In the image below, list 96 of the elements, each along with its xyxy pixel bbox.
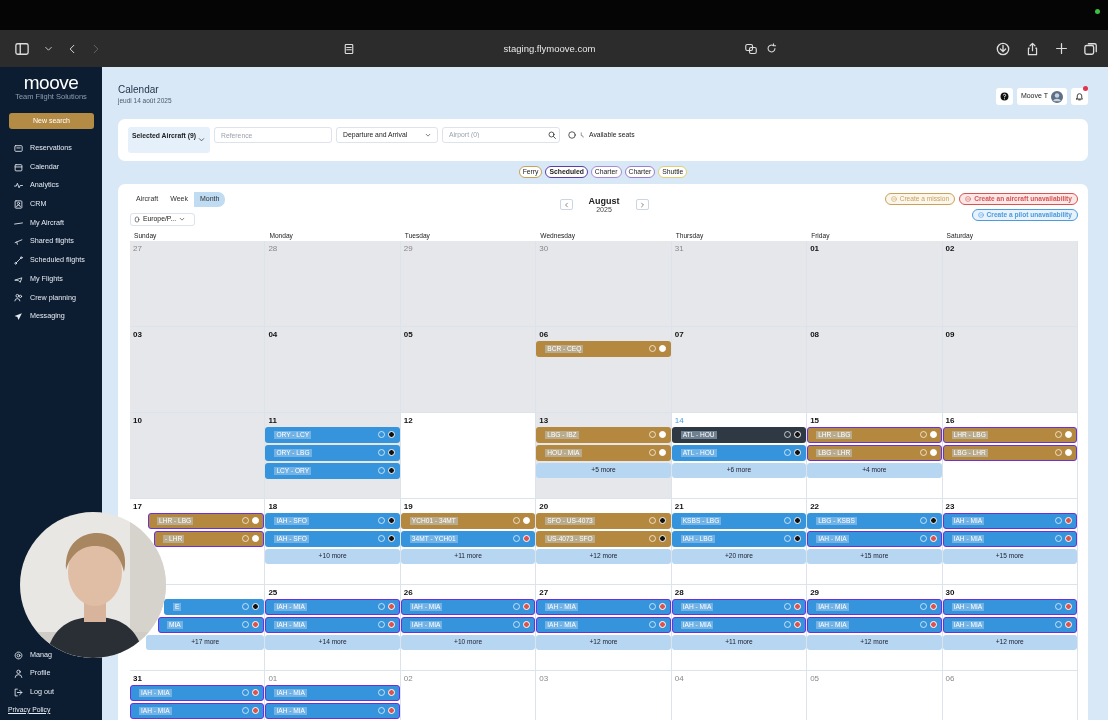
day-number: 27 [132, 243, 142, 254]
day-cell[interactable]: 03 [130, 326, 266, 413]
day-number: 09 [944, 329, 955, 340]
bell-icon [1075, 92, 1084, 101]
logo-text: moove [22, 73, 80, 92]
page-icon[interactable] [343, 42, 355, 55]
help-icon [999, 92, 1009, 101]
day-cell[interactable]: 05 [400, 326, 537, 413]
share-icon[interactable] [1026, 41, 1039, 56]
user-icon [14, 669, 23, 679]
logout-icon [14, 688, 23, 697]
day-number: 30 [538, 243, 549, 254]
help-button[interactable] [995, 88, 1013, 105]
day-number: 28 [267, 243, 278, 254]
people-icon [14, 293, 23, 303]
day-number: 25 [267, 587, 278, 598]
day-cell[interactable]: 10 [130, 412, 266, 499]
day-number: 28 [673, 587, 684, 598]
page-title: Calendar [118, 84, 160, 95]
day-number: 31 [673, 243, 684, 254]
search-icon [548, 131, 556, 139]
download-icon[interactable] [996, 41, 1010, 56]
day-number: 05 [809, 673, 820, 684]
day-number: 17 [132, 501, 142, 512]
day-number: 29 [402, 243, 413, 254]
day-cell[interactable]: 07 [671, 326, 808, 413]
id-card-icon [14, 143, 23, 153]
day-number: 04 [673, 673, 684, 684]
month-name: August [588, 197, 620, 207]
day-number: 16 [944, 415, 955, 426]
reload-icon[interactable] [766, 43, 777, 54]
day-cell[interactable]: 03 [536, 670, 672, 720]
plus-circle-icon [977, 212, 984, 218]
radio-icon[interactable] [568, 131, 576, 139]
url-text[interactable]: staging.flymoove.com [363, 42, 736, 55]
day-number: 19 [402, 501, 413, 512]
chevron-left-icon [563, 201, 569, 208]
calendar-icon [14, 162, 23, 172]
sidebar-icon[interactable] [14, 41, 30, 56]
day-cell[interactable]: 04 [265, 326, 401, 413]
chevron-down-icon [197, 136, 205, 143]
tabs-icon[interactable] [1084, 41, 1098, 56]
day-number: 15 [809, 415, 820, 426]
day-number: 26 [402, 587, 413, 598]
day-number: 05 [402, 329, 413, 340]
day-number: 29 [809, 587, 820, 598]
chevron-right-icon [639, 201, 645, 208]
day-cell[interactable]: 02 [942, 240, 1078, 327]
day-number: 20 [538, 501, 549, 512]
day-number: 07 [673, 329, 684, 340]
day-number: 01 [267, 673, 278, 684]
send-icon [14, 312, 23, 322]
day-number: 10 [132, 415, 142, 426]
day-number: 22 [809, 501, 820, 512]
plus-circle-icon [965, 196, 972, 203]
day-number: 18 [267, 501, 278, 512]
day-number: 31 [132, 673, 142, 684]
day-cell[interactable]: 12 [400, 412, 537, 499]
chevron-down-icon[interactable] [44, 44, 53, 53]
avatar-icon [1051, 90, 1063, 103]
day-number: 04 [267, 329, 278, 340]
globe-icon [134, 215, 140, 223]
day-cell[interactable]: 01 [807, 240, 943, 327]
day-number: 02 [944, 243, 955, 254]
day-number: 12 [402, 415, 413, 426]
day-number: 08 [809, 329, 820, 340]
day-number: 03 [538, 673, 549, 684]
day-number: 06 [944, 673, 955, 684]
notification-button[interactable] [1071, 88, 1088, 105]
plus-icon[interactable] [1055, 42, 1068, 55]
chevron-down-icon [179, 216, 186, 223]
day-number: 11 [267, 415, 277, 426]
notification-dot [1083, 86, 1088, 91]
day-number: 06 [538, 329, 549, 340]
day-number: 23 [944, 501, 955, 512]
route-icon [14, 255, 23, 265]
plus-circle-icon [890, 196, 897, 203]
chevron-down-icon [425, 132, 431, 138]
day-number: 01 [809, 243, 820, 254]
contact-icon [14, 199, 23, 209]
day-number: 30 [944, 587, 955, 598]
day-number: 02 [402, 673, 413, 684]
day-number: 27 [538, 587, 549, 598]
translate-icon[interactable] [744, 42, 758, 55]
pulse-icon [14, 181, 23, 191]
day-cell[interactable]: 09 [942, 326, 1078, 413]
settings-icon [14, 650, 23, 660]
day-number: 14 [673, 415, 684, 426]
camera-indicator-dot [1095, 9, 1100, 14]
day-cell[interactable]: 06 [942, 670, 1078, 720]
day-cell[interactable]: 08 [807, 326, 943, 413]
day-number: 21 [673, 501, 684, 512]
day-number: 13 [538, 415, 549, 426]
day-cell[interactable]: 05 [807, 670, 943, 720]
back-icon[interactable] [67, 42, 77, 55]
day-number: 03 [132, 329, 142, 340]
